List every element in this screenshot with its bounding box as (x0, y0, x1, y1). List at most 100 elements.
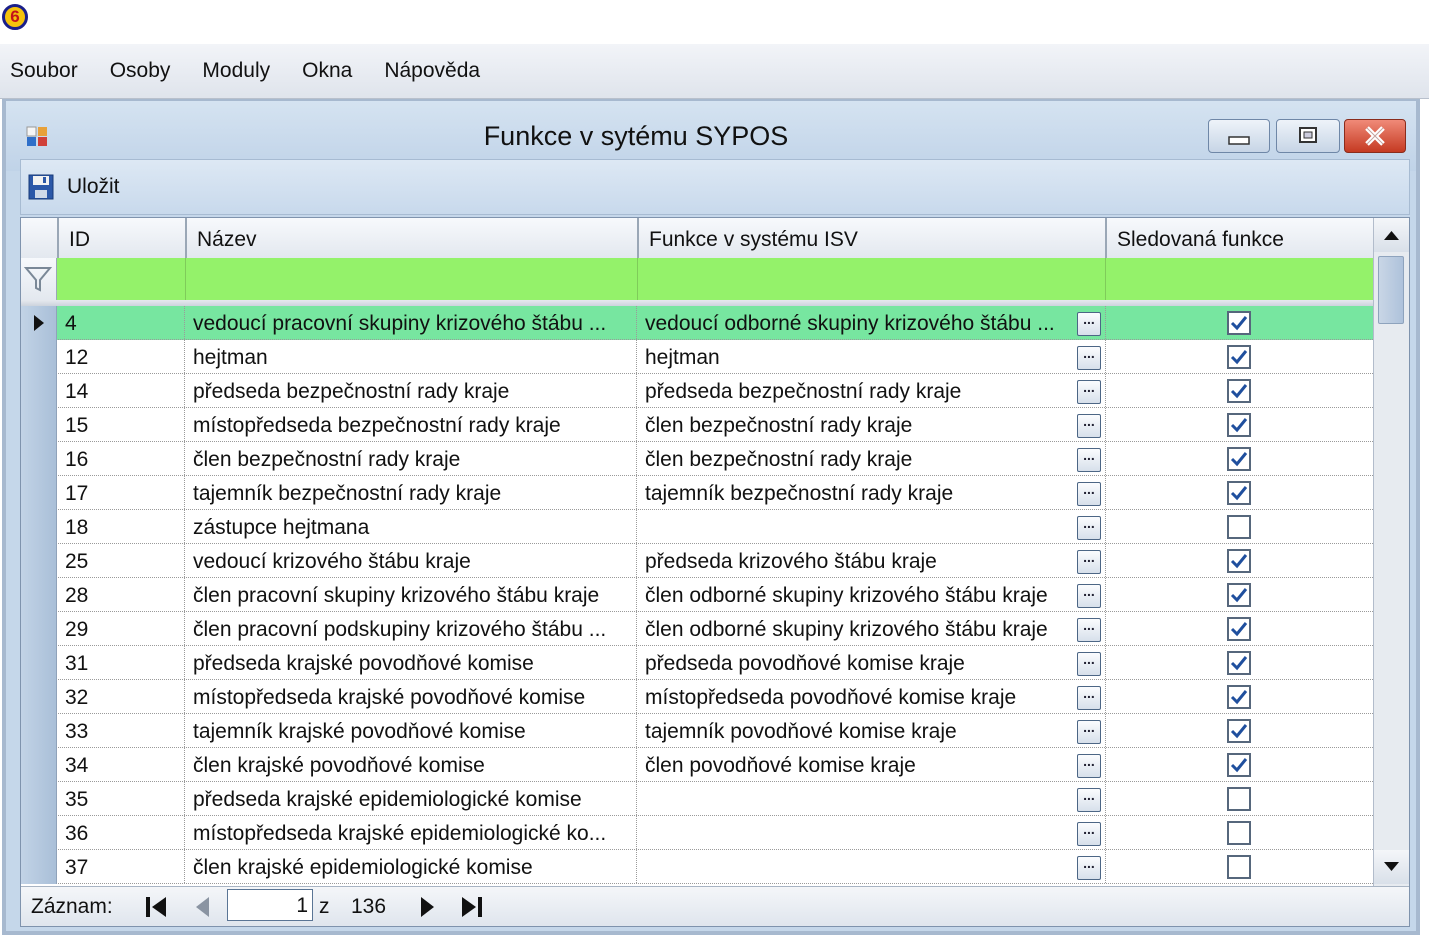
table-row[interactable]: 12 hejtman hejtman... (21, 340, 1373, 374)
cell-name[interactable]: předseda krajské povodňové komise (185, 646, 637, 679)
tracked-checkbox[interactable] (1227, 651, 1251, 675)
row-selector[interactable] (21, 306, 57, 340)
close-button[interactable] (1344, 119, 1406, 153)
cell-isv-function[interactable]: místopředseda povodňové komise kraje (637, 680, 1073, 713)
row-selector[interactable] (21, 816, 57, 850)
cell-id[interactable]: 33 (57, 714, 185, 747)
vertical-scrollbar[interactable] (1373, 218, 1409, 886)
cell-id[interactable]: 36 (57, 816, 185, 849)
table-row[interactable]: 17 tajemník bezpečnostní rady kraje tajemn… (21, 476, 1373, 510)
row-selector[interactable] (21, 850, 57, 884)
cell-id[interactable]: 35 (57, 782, 185, 815)
table-row[interactable]: 14 předseda bezpečnostní rady kraje předse… (21, 374, 1373, 408)
ellipsis-button[interactable]: ... (1077, 312, 1101, 336)
table-row[interactable]: 28 člen pracovní skupiny krizového štábu … (21, 578, 1373, 612)
tracked-checkbox[interactable] (1227, 787, 1251, 811)
cell-id[interactable]: 32 (57, 680, 185, 713)
row-selector[interactable] (21, 714, 57, 748)
cell-isv-function[interactable]: člen bezpečnostní rady kraje (637, 408, 1073, 441)
ellipsis-button[interactable]: ... (1077, 482, 1101, 506)
row-selector[interactable] (21, 578, 57, 612)
tracked-checkbox[interactable] (1227, 753, 1251, 777)
tracked-checkbox[interactable] (1227, 481, 1251, 505)
table-row[interactable]: 25 vedoucí krizového štábu kraje předseda … (21, 544, 1373, 578)
filter-row[interactable] (21, 258, 1373, 300)
ellipsis-button[interactable]: ... (1077, 550, 1101, 574)
cell-isv-function[interactable]: hejtman (637, 340, 1073, 373)
ellipsis-button[interactable]: ... (1077, 788, 1101, 812)
first-record-icon[interactable] (143, 894, 169, 920)
ellipsis-button[interactable]: ... (1077, 856, 1101, 880)
cell-id[interactable]: 4 (57, 306, 185, 339)
ellipsis-button[interactable]: ... (1077, 720, 1101, 744)
column-header-tracked[interactable]: Sledovaná funkce (1105, 218, 1373, 258)
tracked-checkbox[interactable] (1227, 583, 1251, 607)
cell-id[interactable]: 16 (57, 442, 185, 475)
cell-name[interactable]: místopředseda krajské povodňové komise (185, 680, 637, 713)
cell-isv-function[interactable] (637, 816, 1073, 849)
cell-id[interactable]: 12 (57, 340, 185, 373)
table-row[interactable]: 33 tajemník krajské povodňové komise tajem… (21, 714, 1373, 748)
cell-name[interactable]: tajemník bezpečnostní rady kraje (185, 476, 637, 509)
cell-name[interactable]: místopředseda krajské epidemiologické ko… (185, 816, 637, 849)
column-header-name[interactable]: Název (185, 218, 637, 258)
cell-isv-function[interactable] (637, 510, 1073, 543)
record-position-input[interactable]: 1 (227, 889, 313, 921)
table-row[interactable]: 36 místopředseda krajské epidemiologické … (21, 816, 1373, 850)
ellipsis-button[interactable]: ... (1077, 516, 1101, 540)
tracked-checkbox[interactable] (1227, 617, 1251, 641)
ellipsis-button[interactable]: ... (1077, 652, 1101, 676)
row-selector[interactable] (21, 476, 57, 510)
scroll-down-button[interactable] (1374, 850, 1409, 884)
previous-record-icon[interactable] (191, 894, 213, 920)
minimize-button[interactable] (1208, 119, 1270, 153)
table-row[interactable]: 31 předseda krajské povodňové komise předs… (21, 646, 1373, 680)
ellipsis-button[interactable]: ... (1077, 584, 1101, 608)
cell-id[interactable]: 28 (57, 578, 185, 611)
cell-isv-function[interactable]: předseda krizového štábu kraje (637, 544, 1073, 577)
ellipsis-button[interactable]: ... (1077, 380, 1101, 404)
table-row[interactable]: 16 člen bezpečnostní rady kraje člen bezpe… (21, 442, 1373, 476)
table-row[interactable]: 37 člen krajské epidemiologické komise... (21, 850, 1373, 884)
cell-id[interactable]: 31 (57, 646, 185, 679)
row-selector[interactable] (21, 782, 57, 816)
menu-soubor[interactable]: Soubor (0, 51, 94, 91)
cell-id[interactable]: 17 (57, 476, 185, 509)
tracked-checkbox[interactable] (1227, 447, 1251, 471)
cell-name[interactable]: předseda krajské epidemiologické komise (185, 782, 637, 815)
table-row[interactable]: 29 člen pracovní podskupiny krizového štá… (21, 612, 1373, 646)
cell-isv-function[interactable] (637, 850, 1073, 883)
cell-name[interactable]: místopředseda bezpečnostní rady kraje (185, 408, 637, 441)
menu-napoveda[interactable]: Nápověda (368, 51, 496, 91)
row-selector[interactable] (21, 646, 57, 680)
cell-name[interactable]: tajemník krajské povodňové komise (185, 714, 637, 747)
cell-isv-function[interactable]: člen povodňové komise kraje (637, 748, 1073, 781)
cell-isv-function[interactable]: člen bezpečnostní rady kraje (637, 442, 1073, 475)
cell-name[interactable]: člen bezpečnostní rady kraje (185, 442, 637, 475)
cell-id[interactable]: 18 (57, 510, 185, 543)
cell-id[interactable]: 34 (57, 748, 185, 781)
scroll-up-button[interactable] (1374, 218, 1409, 252)
column-header-isv[interactable]: Funkce v systému ISV (637, 218, 1105, 258)
scroll-thumb[interactable] (1378, 256, 1404, 324)
tracked-checkbox[interactable] (1227, 515, 1251, 539)
cell-id[interactable]: 29 (57, 612, 185, 645)
row-selector[interactable] (21, 374, 57, 408)
table-row[interactable]: 32 místopředseda krajské povodňové komise… (21, 680, 1373, 714)
menu-osoby[interactable]: Osoby (94, 51, 187, 91)
cell-isv-function[interactable]: předseda bezpečnostní rady kraje (637, 374, 1073, 407)
cell-name[interactable]: hejtman (185, 340, 637, 373)
cell-isv-function[interactable]: tajemník bezpečnostní rady kraje (637, 476, 1073, 509)
row-selector[interactable] (21, 408, 57, 442)
cell-name[interactable]: předseda bezpečnostní rady kraje (185, 374, 637, 407)
column-header-id[interactable]: ID (57, 218, 185, 258)
tracked-checkbox[interactable] (1227, 379, 1251, 403)
row-selector[interactable] (21, 612, 57, 646)
cell-isv-function[interactable]: předseda povodňové komise kraje (637, 646, 1073, 679)
cell-name[interactable]: člen pracovní skupiny krizového štábu kr… (185, 578, 637, 611)
cell-id[interactable]: 14 (57, 374, 185, 407)
ellipsis-button[interactable]: ... (1077, 686, 1101, 710)
ellipsis-button[interactable]: ... (1077, 618, 1101, 642)
tracked-checkbox[interactable] (1227, 719, 1251, 743)
tracked-checkbox[interactable] (1227, 311, 1251, 335)
